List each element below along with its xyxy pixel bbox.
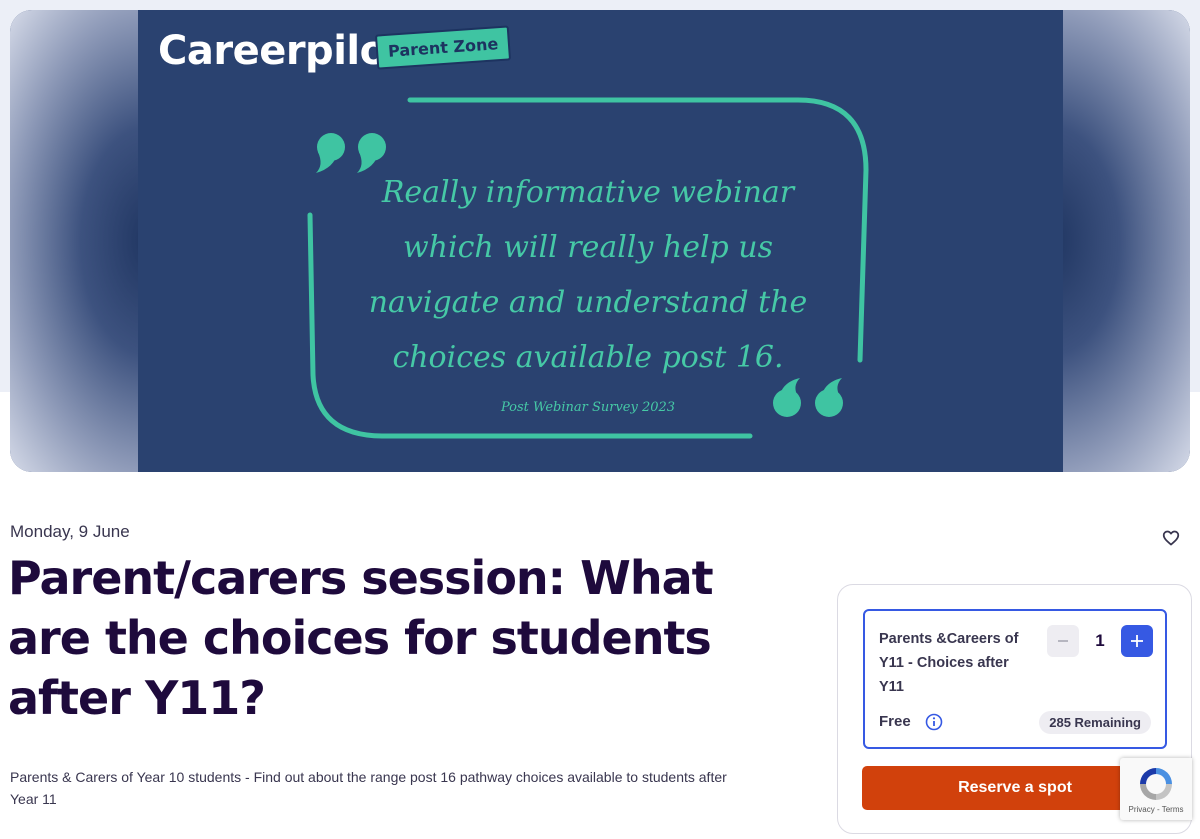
like-button[interactable] bbox=[1158, 525, 1184, 551]
hero-blur-left bbox=[10, 10, 150, 472]
event-date: Monday, 9 June bbox=[10, 522, 130, 541]
recaptcha-badge[interactable]: Privacy - Terms bbox=[1120, 758, 1192, 820]
remaining-badge: 285 Remaining bbox=[1039, 711, 1151, 734]
recaptcha-icon bbox=[1140, 768, 1172, 800]
ticket-price: Free bbox=[879, 713, 911, 730]
heart-icon bbox=[1162, 530, 1180, 546]
ticket-quantity: 1 bbox=[1095, 631, 1105, 650]
event-image: Careerpilot Parent Zone Really informati… bbox=[138, 10, 1063, 472]
hero-blur-right bbox=[1050, 10, 1190, 472]
info-icon[interactable] bbox=[925, 713, 943, 731]
ticket-name: Parents &Careers of Y11 - Choices after … bbox=[879, 631, 1019, 695]
event-summary: Parents & Carers of Year 10 students - F… bbox=[10, 769, 727, 807]
testimonial-source: Post Webinar Survey 2023 bbox=[500, 400, 676, 415]
testimonial-quote: Really informative webinar which will re… bbox=[368, 175, 808, 375]
ticket-option[interactable]: Parents &Careers of Y11 - Choices after … bbox=[863, 609, 1167, 749]
recaptcha-links[interactable]: Privacy - Terms bbox=[1120, 805, 1192, 814]
hero-banner: Careerpilot Parent Zone Really informati… bbox=[10, 10, 1190, 472]
minus-icon bbox=[1058, 640, 1068, 642]
increase-quantity-button[interactable] bbox=[1121, 625, 1153, 657]
decrease-quantity-button[interactable] bbox=[1047, 625, 1079, 657]
plus-icon bbox=[1131, 635, 1143, 647]
event-title: Parent/carers session: What are the choi… bbox=[8, 551, 714, 725]
